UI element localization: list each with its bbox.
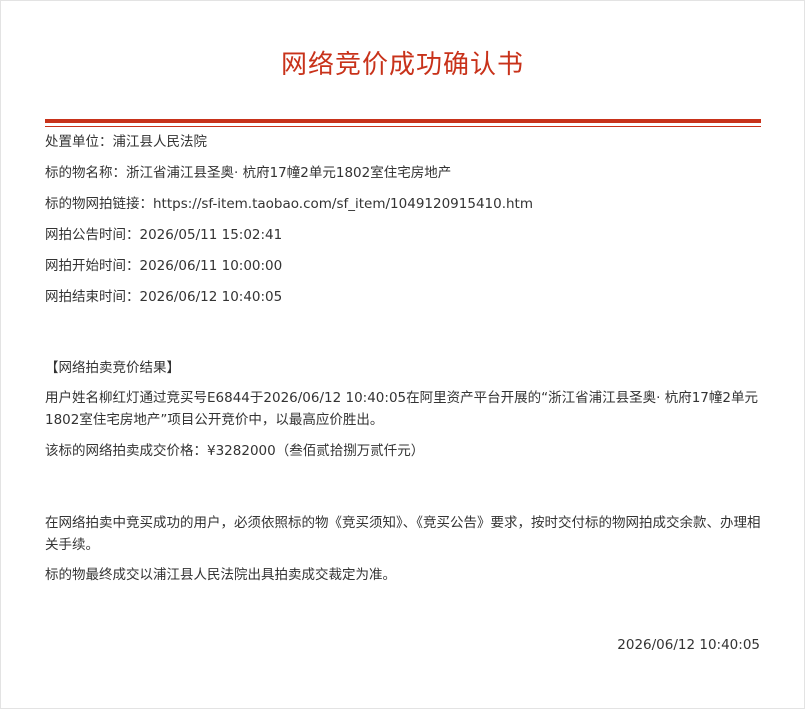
final-text: 标的物最终成交以浦江县人民法院出具拍卖成交裁定为准。 — [45, 567, 396, 583]
field-auction-link: 标的物网拍链接：https://sf-item.taobao.com/sf_it… — [45, 194, 533, 214]
field-value: 2026/05/11 15:02:41 — [139, 227, 283, 243]
price-line: 该标的网络拍卖成交价格：¥3282000（叁佰贰拾捌万贰仟元） — [45, 443, 425, 459]
title-divider-thin — [45, 126, 761, 127]
field-end-time: 网拍结束时间：2026/06/12 10:40:05 — [45, 287, 282, 307]
result-heading: 【网络拍卖竞价结果】 — [45, 360, 180, 376]
auction-link[interactable]: https://sf-item.taobao.com/sf_item/10491… — [153, 196, 533, 212]
field-value: 2026/06/12 10:40:05 — [139, 289, 283, 305]
field-label: 标的物网拍链接： — [45, 196, 153, 212]
field-start-time: 网拍开始时间：2026/06/11 10:00:00 — [45, 256, 282, 276]
title-divider-thick — [45, 119, 761, 123]
field-label: 标的物名称： — [45, 165, 126, 181]
document-title: 网络竞价成功确认书 — [280, 50, 524, 80]
field-disposal-unit: 处置单位：浦江县人民法院 — [45, 132, 207, 152]
field-value: 浦江县人民法院 — [112, 134, 208, 150]
field-value: 2026/06/11 10:00:00 — [139, 258, 283, 274]
field-label: 处置单位： — [45, 134, 113, 150]
document-timestamp: 2026/06/12 10:40:05 — [617, 637, 760, 653]
field-label: 网拍公告时间： — [45, 227, 140, 243]
notice-text: 在网络拍卖中竞买成功的用户，必须依照标的物《竞买须知》、《竞买公告》要求，按时交… — [45, 515, 761, 553]
field-value: 浙江省浦江县圣奥· 杭府17幢2单元1802室住宅房地产 — [126, 165, 452, 181]
confirmation-document: 网络竞价成功确认书 处置单位：浦江县人民法院 标的物名称：浙江省浦江县圣奥· 杭… — [0, 0, 805, 709]
field-label: 网拍开始时间： — [45, 258, 140, 274]
field-item-name: 标的物名称：浙江省浦江县圣奥· 杭府17幢2单元1802室住宅房地产 — [45, 163, 451, 183]
result-text: 用户姓名柳红灯通过竞买号E6844于2026/06/12 10:40:05在阿里… — [45, 390, 758, 428]
field-label: 网拍结束时间： — [45, 289, 140, 305]
field-announce-time: 网拍公告时间：2026/05/11 15:02:41 — [45, 225, 282, 245]
